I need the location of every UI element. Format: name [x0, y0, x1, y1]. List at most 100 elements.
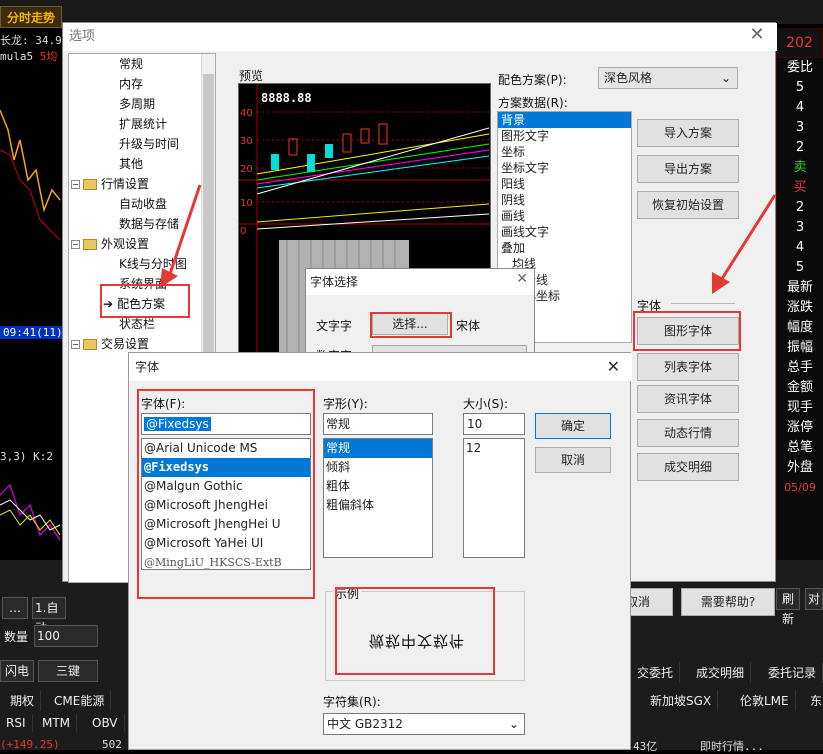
qty-label: 数量 [4, 630, 29, 644]
collapse-icon[interactable]: − [71, 240, 80, 249]
dynamic-quote-button[interactable]: 动态行情 [637, 419, 739, 447]
text-font-label: 文字字 [316, 319, 353, 333]
font-style-label: 字形(Y): [323, 397, 368, 411]
list-item[interactable]: 阳线 [498, 176, 631, 192]
axis-label: 10 [240, 198, 253, 209]
dialog-title: 字体选择 [306, 269, 534, 295]
highlight-box [370, 312, 452, 338]
refresh-button[interactable]: 刷新 [776, 588, 800, 626]
list-item[interactable]: 坐标文字 [498, 160, 631, 176]
highlight-box [335, 587, 495, 675]
axis-label: 40 [240, 108, 253, 119]
indicator-label: 长龙: 34.97 [0, 34, 69, 47]
list-font-button[interactable]: 列表字体 [637, 353, 739, 381]
list-item[interactable]: 粗偏斜体 [324, 496, 432, 515]
list-item[interactable]: 粗体 [324, 477, 432, 496]
tab-sgx[interactable]: 新加坡SGX [644, 690, 719, 711]
tab-cme[interactable]: CME能源 [48, 690, 112, 711]
axis-label: 0 [240, 226, 246, 237]
tab-lme[interactable]: 伦敦LME [734, 690, 796, 711]
tree-item-memory[interactable]: 内存 [119, 74, 143, 94]
preview-label: 预览 [239, 69, 264, 83]
folder-icon [83, 239, 97, 250]
tab-rsi[interactable]: RSI [0, 714, 33, 732]
right-edge-button[interactable]: 对 [805, 588, 823, 610]
preview-price: 8888.88 [261, 91, 312, 105]
list-item[interactable]: 背景 [498, 112, 631, 128]
bottom-dropdown[interactable]: … [2, 597, 28, 619]
news-font-button[interactable]: 资讯字体 [637, 385, 739, 413]
app-top-bar [0, 0, 823, 24]
tab-option[interactable]: 期权 [4, 690, 42, 711]
list-item[interactable]: 倾斜 [324, 458, 432, 477]
import-scheme-button[interactable]: 导入方案 [637, 119, 739, 147]
tree-group-appearance[interactable]: − 外观设置 [71, 234, 149, 254]
list-item[interactable]: 坐标 [498, 144, 631, 160]
close-icon[interactable]: ✕ [607, 357, 620, 376]
auto-select[interactable]: 1.自动 [32, 597, 66, 635]
list-item[interactable]: 12 [464, 439, 524, 458]
tab-mtm[interactable]: MTM [36, 714, 78, 732]
tree-item-multiperiod[interactable]: 多周期 [119, 94, 155, 114]
folder-icon [83, 339, 97, 350]
list-item[interactable]: 画线 [498, 208, 631, 224]
annotation-arrow [712, 194, 777, 294]
tab-entrust[interactable]: 交委托 [631, 662, 681, 683]
tree-item-general[interactable]: 常规 [119, 54, 143, 74]
kline-label: 3,3) K:2 [0, 450, 53, 463]
axis-label: 20 [240, 164, 253, 175]
tree-item-upgrade-time[interactable]: 升级与时间 [119, 134, 179, 154]
charset-label: 字符集(R): [323, 695, 381, 709]
help-button[interactable]: 需要帮助? [681, 588, 775, 616]
chevron-down-icon: ⌄ [508, 717, 519, 731]
tab-entrust-record[interactable]: 委托记录 [762, 662, 823, 683]
tree-item-other[interactable]: 其他 [119, 154, 143, 174]
tab-intraday[interactable]: 分时走势 [0, 6, 62, 28]
divider [671, 303, 735, 304]
qty-input[interactable]: 100 [34, 625, 98, 647]
chevron-down-icon: ⌄ [720, 71, 731, 85]
tree-group-trading[interactable]: − 交易设置 [71, 334, 149, 354]
ok-button[interactable]: 确定 [535, 413, 611, 439]
bottom-num: 502 [102, 738, 122, 751]
font-style-list[interactable]: 常规 倾斜 粗体 粗偏斜体 [323, 438, 433, 558]
collapse-icon[interactable]: − [71, 340, 80, 349]
highlight-box [137, 389, 315, 599]
dialog-title: 字体 [129, 353, 632, 381]
cancel-button[interactable]: 取消 [535, 447, 611, 473]
list-item[interactable]: 常规 [324, 439, 432, 458]
flash-button[interactable]: 闪电 [0, 660, 34, 682]
scheme-data-label: 方案数据(R): [498, 96, 568, 110]
charset-select[interactable]: 中文 GB2312 ⌄ [323, 713, 525, 735]
current-font-name: 宋体 [456, 319, 481, 333]
close-icon[interactable]: ✕ [747, 25, 767, 45]
list-item[interactable]: 画线文字 [498, 224, 631, 240]
order-book-panel: 委比 5 4 3 2 卖 买 2 3 4 5 最新 涨跌 幅度 振幅 总手 金额… [776, 58, 823, 578]
close-icon[interactable]: ✕ [516, 271, 528, 287]
dialog-title: 选项 [63, 23, 777, 51]
three-key-button[interactable]: 三键 [38, 660, 98, 682]
deal-detail-button[interactable]: 成交明细 [637, 453, 739, 481]
scheme-select[interactable]: 深色风格 ⌄ [598, 67, 738, 89]
export-scheme-button[interactable]: 导出方案 [637, 155, 739, 183]
collapse-icon[interactable]: − [71, 180, 80, 189]
list-item[interactable]: 叠加 [498, 240, 631, 256]
tab-east[interactable]: 东 [804, 690, 823, 711]
tree-group-quotes[interactable]: − 行情设置 [71, 174, 149, 194]
time-label: 09:41(11) [0, 326, 66, 339]
tree-item-ext-stats[interactable]: 扩展统计 [119, 114, 167, 134]
font-size-input[interactable]: 10 [463, 413, 525, 435]
tab-obv[interactable]: OBV [86, 714, 125, 732]
right-year: 202 [776, 28, 823, 58]
bottom-index-value: (+149.25) [0, 738, 60, 751]
font-size-list[interactable]: 12 [463, 438, 525, 558]
list-item[interactable]: 阴线 [498, 192, 631, 208]
kdj-chart [0, 465, 62, 555]
news-ticker[interactable]: 即时行情... [700, 738, 764, 754]
bottom-amount: 43亿 [633, 740, 658, 753]
tab-deal-detail[interactable]: 成交明细 [690, 662, 752, 683]
font-dialog: 字体 ✕ 字体(F): @Fixedsys @Arial Unicode MS … [128, 352, 632, 750]
scheme-label: 配色方案(P): [498, 73, 567, 87]
font-style-input[interactable]: 常规 [323, 413, 433, 435]
list-item[interactable]: 图形文字 [498, 128, 631, 144]
